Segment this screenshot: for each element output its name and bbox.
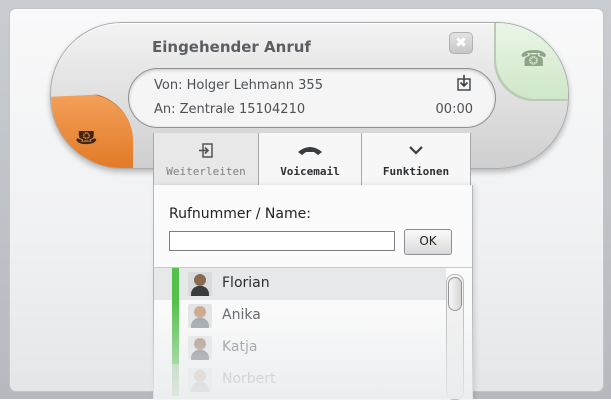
download-icon[interactable]: [457, 75, 471, 91]
list-item[interactable]: Anika: [154, 300, 446, 332]
functions-label: Funktionen: [382, 165, 450, 178]
scrollbar-thumb[interactable]: [448, 277, 462, 311]
contact-name: Florian: [222, 275, 270, 291]
caller-to: An: Zentrale 15104210: [154, 102, 306, 117]
voicemail-label: Voicemail: [280, 165, 340, 178]
status-indicator: [172, 332, 179, 364]
contact-name: Katja: [222, 339, 258, 355]
caller-from: Von: Holger Lehmann 355: [154, 78, 323, 93]
forward-panel: Rufnummer / Name: OK Florian Anika Katja: [153, 185, 473, 400]
forward-label: Weiterleiten: [166, 165, 246, 178]
contact-name: Anika: [222, 307, 261, 323]
phone-icon: ☎: [520, 47, 548, 72]
chevron-down-icon: [409, 146, 423, 155]
forward-button[interactable]: Weiterleiten: [154, 133, 259, 185]
list-item[interactable]: Katja: [154, 332, 446, 364]
voicemail-icon: [298, 147, 322, 155]
avatar: [188, 368, 212, 392]
list-item[interactable]: Florian: [154, 268, 446, 300]
ok-button[interactable]: OK: [404, 229, 452, 255]
call-title: Eingehender Anruf: [152, 38, 311, 56]
avatar: [188, 272, 212, 296]
contact-list: Florian Anika Katja Norbert: [154, 267, 472, 400]
call-duration: 00:00: [435, 102, 473, 117]
contact-list-scrollbar[interactable]: [446, 274, 464, 400]
status-indicator: [172, 268, 179, 300]
accept-call-button[interactable]: ☎: [494, 23, 568, 101]
forward-target-input[interactable]: [169, 231, 395, 251]
contact-name: Norbert: [222, 371, 276, 387]
voicemail-button[interactable]: Voicemail: [259, 133, 362, 185]
call-action-bar: Weiterleiten Voicemail Funktionen: [153, 133, 471, 186]
call-info-box: Von: Holger Lehmann 355 An: Zentrale 151…: [128, 68, 496, 128]
avatar: [188, 304, 212, 328]
avatar: [188, 336, 212, 360]
hangup-icon: ☎: [75, 126, 98, 147]
forward-icon: [199, 143, 213, 158]
close-icon[interactable]: ✖: [449, 32, 473, 54]
status-indicator: [172, 364, 179, 396]
reject-call-button[interactable]: ☎: [51, 93, 133, 168]
functions-button[interactable]: Funktionen: [362, 133, 470, 185]
forward-target-label: Rufnummer / Name:: [169, 206, 311, 222]
status-indicator: [172, 300, 179, 332]
list-item[interactable]: Norbert: [154, 364, 446, 396]
